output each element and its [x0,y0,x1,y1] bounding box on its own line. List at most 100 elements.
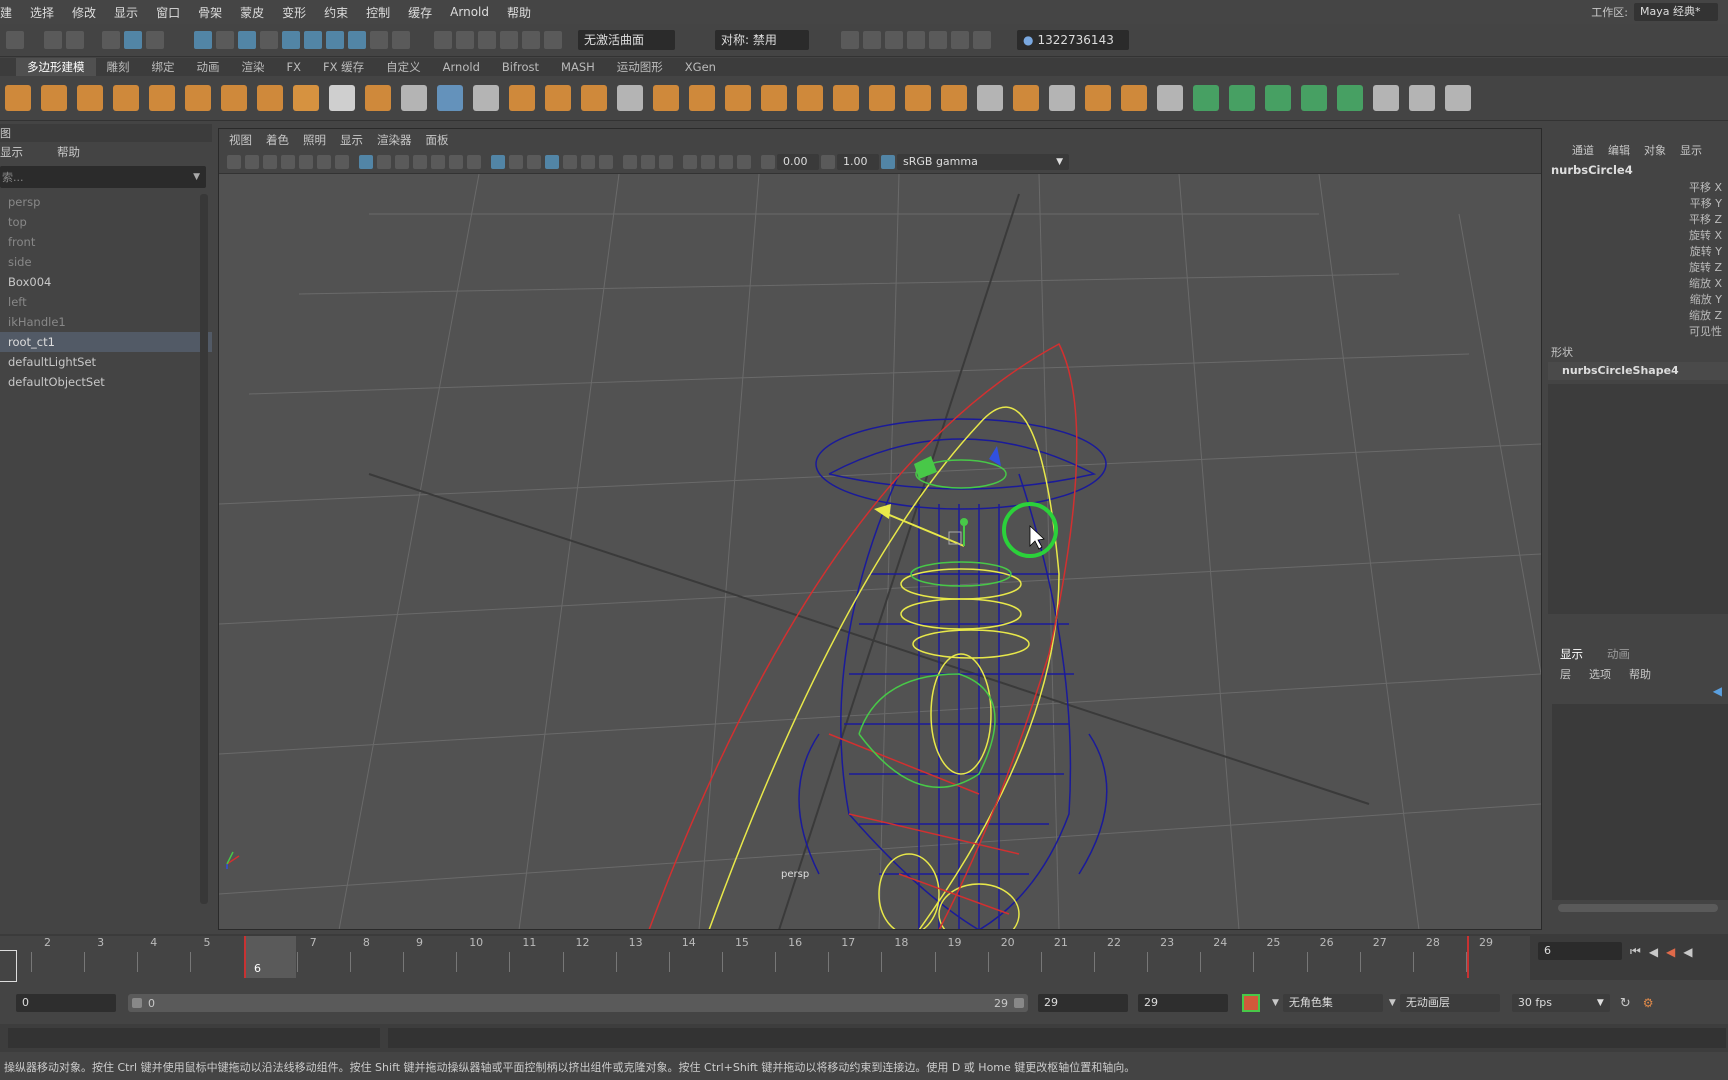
layer-menu-layers[interactable]: 层 [1560,666,1571,682]
viewport-menu-item[interactable]: 显示 [340,132,363,148]
outliner-item[interactable]: top [0,212,212,232]
shelf-tool-icon[interactable] [1337,85,1363,111]
y-axis-handle-icon[interactable] [960,518,968,526]
shelf-tool-icon[interactable] [473,85,499,111]
outliner-menu-show[interactable]: 显示 [0,144,23,160]
image-plane-icon[interactable] [299,155,313,169]
live-surface-field[interactable]: 无激活曲面 [578,30,675,50]
anim-layer-dropdown-arrow-icon[interactable]: ▼ [1389,998,1396,1008]
layer-editor-scrollbar[interactable] [1558,904,1718,912]
step-back-key-icon[interactable]: ◀ [1666,945,1675,959]
shelf-tool-icon[interactable] [833,85,859,111]
mode-dropdown-icon[interactable] [6,31,24,49]
shape-name[interactable]: nurbsCircleShape4 [1548,362,1728,380]
shelf-tool-icon[interactable] [509,85,535,111]
current-time-marker[interactable] [244,936,296,978]
shelf-tool-icon[interactable] [1265,85,1291,111]
safe-title-icon[interactable] [467,155,481,169]
time-slider[interactable]: 2345678910111213141516171819202122232425… [0,934,1728,982]
viewport-menu-item[interactable]: 面板 [426,132,449,148]
x-axis-arrow-icon[interactable] [874,504,891,519]
ipr-icon[interactable] [951,31,969,49]
shelf-tool-icon[interactable] [437,85,463,111]
play-backward-icon[interactable]: ◀ [1683,945,1692,959]
select-hierarchy-icon[interactable] [102,31,120,49]
lasso3-icon[interactable] [478,31,496,49]
new-layer-icon[interactable]: ◀ [1548,684,1728,704]
current-frame-field[interactable]: 6 [1538,942,1622,960]
shelf-tool-icon[interactable] [329,85,355,111]
shelf-tab[interactable]: XGen [674,58,727,76]
shelf-tool-icon[interactable] [545,85,571,111]
lasso5-icon[interactable] [522,31,540,49]
isolate-select-icon[interactable] [683,155,697,169]
range-bar-right-handle[interactable] [1014,998,1024,1008]
range-bar-left-handle[interactable] [132,998,142,1008]
menu-item[interactable]: 帮助 [507,4,531,21]
wireframe-icon[interactable] [491,155,505,169]
viewport-menu-item[interactable]: 照明 [303,132,326,148]
snap-help-icon[interactable] [348,31,366,49]
shelf-tool-icon[interactable] [653,85,679,111]
shelf-tool-icon[interactable] [1085,85,1111,111]
color-management-icon[interactable] [881,155,895,169]
channel-box-menu-item[interactable]: 通道 [1572,142,1594,158]
gamma-icon[interactable] [821,155,835,169]
shelf-tab[interactable]: Arnold [432,58,491,76]
outliner-item[interactable]: Box004 [0,272,212,292]
lock-icon[interactable] [370,31,388,49]
depth-of-field-icon[interactable] [659,155,673,169]
menu-item[interactable]: 缓存 [408,4,432,21]
layer-menu-help[interactable]: 帮助 [1629,666,1651,682]
textured-icon[interactable] [545,155,559,169]
snap-view-plane-icon[interactable] [260,31,278,49]
lasso4-icon[interactable] [500,31,518,49]
channel-attribute[interactable]: 旋转 X [1548,228,1728,244]
viewport-menu-item[interactable]: 着色 [266,132,289,148]
colorspace-dropdown[interactable]: sRGB gamma ▼ [897,154,1069,170]
shelf-tab[interactable]: Bifrost [491,58,550,76]
safe-action-icon[interactable] [449,155,463,169]
anim-layer-field[interactable]: 无动画层 [1399,994,1500,1012]
shelf-tool-icon[interactable] [1409,85,1435,111]
select-component-icon[interactable] [146,31,164,49]
start-time-field[interactable]: 0 [16,994,116,1012]
auto-key-icon[interactable] [1242,994,1260,1012]
menu-item[interactable]: Arnold [450,5,489,19]
menu-item[interactable]: 骨架 [198,4,222,21]
two-d-pan-icon[interactable] [317,155,331,169]
outliner-item[interactable]: defaultObjectSet [0,372,212,392]
channel-box-menu-item[interactable]: 显示 [1680,142,1702,158]
antialias-icon[interactable] [641,155,655,169]
shelf-tab[interactable]: 自定义 [375,58,432,76]
snap-curve-icon[interactable] [216,31,234,49]
outliner-item[interactable]: persp [0,192,212,212]
user-account-field[interactable]: ● 1322736143 [1017,30,1129,50]
menu-item[interactable]: 变形 [282,4,306,21]
pause-icon[interactable] [973,31,991,49]
shelf-tool-icon[interactable] [905,85,931,111]
shelf-tool-icon[interactable] [401,85,427,111]
shelf-tool-icon[interactable] [1373,85,1399,111]
hypershade-icon[interactable] [929,31,947,49]
shelf-tool-icon[interactable] [149,85,175,111]
shelf-tool-icon[interactable] [689,85,715,111]
shelf-tool-icon[interactable] [41,85,67,111]
go-to-start-icon[interactable]: ⏮ [1630,944,1641,959]
menu-item[interactable]: 控制 [366,4,390,21]
shelf-tool-icon[interactable] [293,85,319,111]
character-set-dropdown-arrow-icon[interactable]: ▼ [1272,998,1279,1008]
channel-box-menu-item[interactable]: 对象 [1644,142,1666,158]
pick-icon[interactable] [392,31,410,49]
shelf-tool-icon[interactable] [725,85,751,111]
channel-attribute[interactable]: 缩放 X [1548,276,1728,292]
camera-lock-icon[interactable] [245,155,259,169]
shelf-tool-icon[interactable] [1445,85,1471,111]
outliner-item[interactable]: front [0,232,212,252]
redo-icon[interactable] [66,31,84,49]
xray-icon[interactable] [701,155,715,169]
snap-bbox-icon[interactable] [326,31,344,49]
fps-dropdown[interactable]: 30 fps ▼ [1511,994,1610,1012]
range-start-field[interactable]: 0 [148,997,994,1010]
anim-end-field[interactable]: 29 [1038,994,1128,1012]
